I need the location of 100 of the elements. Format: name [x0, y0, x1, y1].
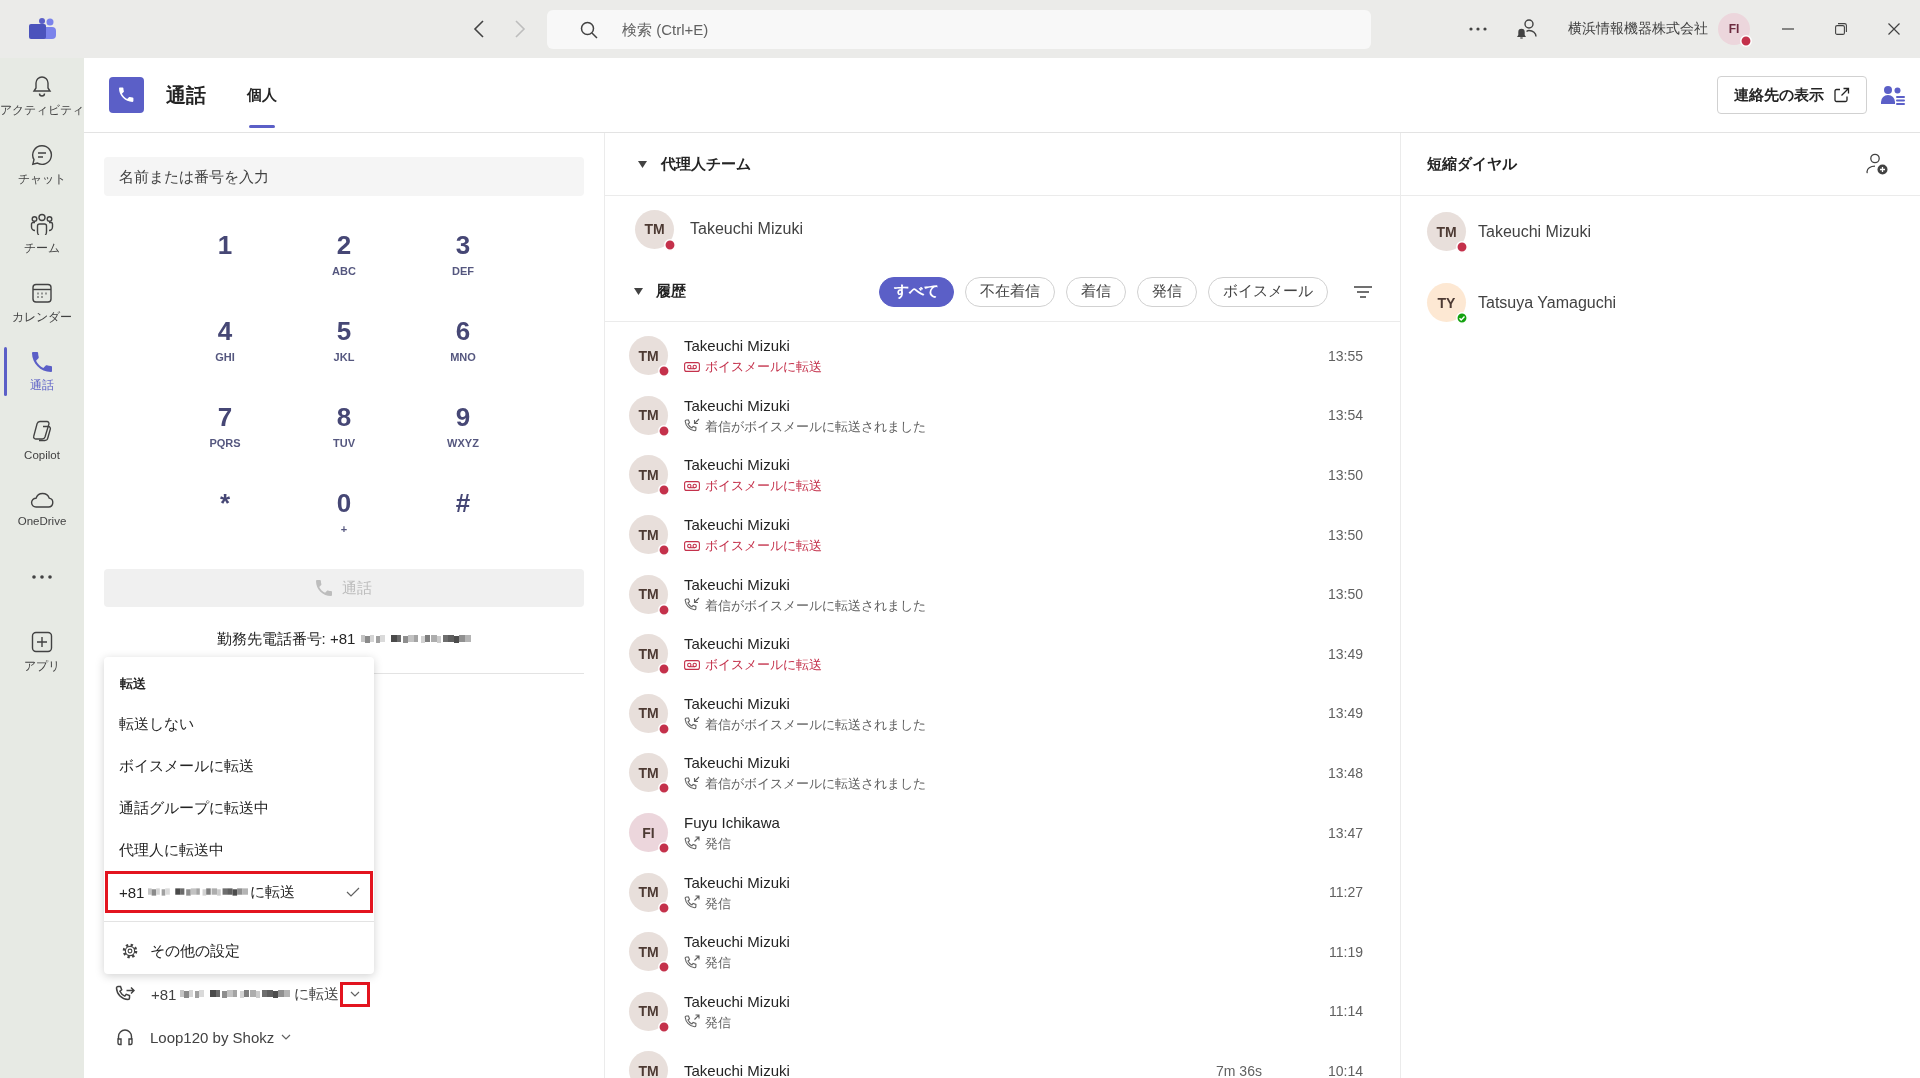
call-time: 13:50 — [1327, 586, 1363, 603]
page-title: 通話 — [166, 82, 206, 108]
call-time: 13:48 — [1327, 764, 1363, 781]
back-icon[interactable] — [473, 19, 485, 39]
phone-forward-icon — [115, 985, 135, 1003]
dial-key[interactable]: 7 PQRS — [165, 384, 285, 470]
nav-item[interactable]: カレンダー — [0, 268, 84, 337]
voicemail-icon — [684, 481, 700, 491]
call-time: 11:14 — [1329, 1003, 1363, 1020]
call-time: 13:50 — [1327, 467, 1363, 483]
section-toggle[interactable]: 代理人チーム — [638, 154, 751, 174]
dial-key[interactable]: # — [403, 470, 523, 556]
nav-item[interactable]: アプリ — [0, 617, 84, 686]
dial-key[interactable]: 1 — [165, 212, 285, 298]
avatar: TM — [629, 991, 668, 1031]
audio-device-dropdown[interactable]: Loop120 by Shokz — [104, 1024, 292, 1050]
settings-icon — [122, 943, 138, 959]
call-time: 11:27 — [1329, 884, 1363, 901]
caller-name: Takeuchi Mizuki — [684, 574, 791, 595]
blurred-number-icon — [180, 989, 291, 999]
dial-key[interactable]: 9 WXYZ — [403, 384, 523, 470]
call-detail: ボイスメールに転送 — [705, 477, 822, 495]
app-logo-icon — [28, 17, 56, 41]
name-or-number-field[interactable]: 名前または番号を入力 — [104, 157, 584, 196]
add-person-icon[interactable] — [1866, 153, 1888, 175]
people-group-icon — [30, 212, 54, 235]
section-toggle[interactable]: 履歴 — [634, 282, 686, 301]
menu-title: 転送 — [119, 675, 147, 693]
menu-item[interactable]: ボイスメールに転送 — [105, 745, 373, 787]
tab[interactable]: 個人 — [244, 58, 280, 132]
menu-item[interactable]: +81 に転送 — [105, 871, 373, 913]
dial-key[interactable]: 5 JKL — [284, 298, 404, 384]
blurred-number-icon — [361, 634, 472, 644]
call-time: 13:47 — [1327, 824, 1363, 841]
caller-name: Takeuchi Mizuki — [684, 1060, 790, 1078]
call-time: 13:49 — [1327, 645, 1363, 662]
avatar: TM — [629, 395, 668, 435]
nav-item[interactable]: 通話 — [0, 337, 84, 406]
call-time: 13:54 — [1327, 407, 1363, 424]
contacts-button[interactable]: 連絡先の表示 — [1717, 76, 1867, 114]
call-detail: 発信 — [705, 894, 731, 912]
caller-name: Takeuchi Mizuki — [684, 395, 791, 416]
dial-key[interactable]: 0 + — [284, 470, 404, 556]
avatar: TM — [635, 209, 674, 249]
call-time: 10:14 — [1327, 1062, 1363, 1078]
voicemail-icon — [684, 540, 700, 551]
nav-item[interactable]: チャット — [0, 130, 84, 199]
call-forwarding-dropdown[interactable]: +81 に転送 — [104, 981, 371, 1007]
call-detail: 発信 — [705, 954, 731, 972]
avatar: TM — [629, 872, 668, 912]
restore-icon[interactable] — [1835, 23, 1847, 35]
filter-icon[interactable] — [1354, 285, 1372, 298]
voicemail-icon — [684, 659, 700, 670]
nav-item[interactable]: OneDrive — [0, 475, 84, 544]
nav-item[interactable]: アクティビティ — [0, 61, 84, 130]
dial-key[interactable]: 6 MNO — [403, 298, 523, 384]
menu-item[interactable]: 転送しない — [105, 703, 373, 745]
filter-chip[interactable]: 着信 — [1066, 276, 1126, 307]
call-detail: 着信がボイスメールに転送されました — [705, 775, 926, 793]
call-detail: ボイスメールに転送 — [705, 537, 822, 555]
dial-key[interactable]: 8 TUV — [284, 384, 404, 470]
filter-chip[interactable]: ボイスメール — [1208, 276, 1328, 307]
avatar: TM — [629, 336, 668, 376]
search-field[interactable]: 検索 (Ctrl+E) — [547, 9, 1371, 49]
more-options-icon — [32, 575, 52, 579]
caller-name: Takeuchi Mizuki — [684, 872, 790, 893]
call-duration: 7m 36s — [1216, 1062, 1262, 1078]
dial-key[interactable]: * — [165, 470, 285, 556]
filter-chip[interactable]: 発信 — [1137, 276, 1197, 307]
contact-name: Tatsuya Yamaguchi — [1478, 293, 1617, 312]
nav-item[interactable]: Copilot — [0, 406, 84, 475]
caller-name: Takeuchi Mizuki — [684, 336, 791, 357]
chevron-down-icon — [350, 991, 361, 997]
blurred-number-icon — [148, 887, 249, 897]
caller-name: Takeuchi Mizuki — [684, 753, 791, 774]
call-detail: 着信がボイスメールに転送されました — [705, 715, 926, 733]
menu-item[interactable]: 代理人に転送中 — [105, 829, 373, 871]
dial-key[interactable]: 3 DEF — [403, 212, 523, 298]
avatar: TY — [1427, 283, 1466, 322]
filter-chip[interactable]: すべて — [879, 276, 954, 307]
filter-chip[interactable]: 不在着信 — [965, 276, 1055, 307]
work-phone-number: 勤務先電話番号: +81 — [216, 629, 356, 649]
caller-name: Takeuchi Mizuki — [684, 634, 791, 655]
nav-item[interactable]: チーム — [0, 199, 84, 268]
dial-key[interactable]: 4 GHI — [165, 298, 285, 384]
menu-item[interactable]: その他の設定 — [104, 930, 374, 972]
call-time: 13:50 — [1327, 526, 1363, 543]
close-icon[interactable] — [1888, 23, 1900, 35]
people-list-icon[interactable] — [1881, 85, 1905, 105]
avatar: TM — [629, 1051, 668, 1078]
avatar: FI — [1718, 13, 1750, 45]
person-bell-icon[interactable] — [1516, 19, 1538, 39]
phone-icon — [316, 580, 332, 596]
dial-key[interactable]: 2 ABC — [284, 212, 404, 298]
plus-square-icon — [31, 630, 53, 653]
calendar-icon — [31, 281, 53, 304]
call-time: 11:19 — [1329, 943, 1363, 960]
menu-item[interactable]: 通話グループに転送中 — [105, 787, 373, 829]
call-detail: 発信 — [705, 1013, 731, 1031]
more-options-icon[interactable] — [1469, 27, 1487, 31]
